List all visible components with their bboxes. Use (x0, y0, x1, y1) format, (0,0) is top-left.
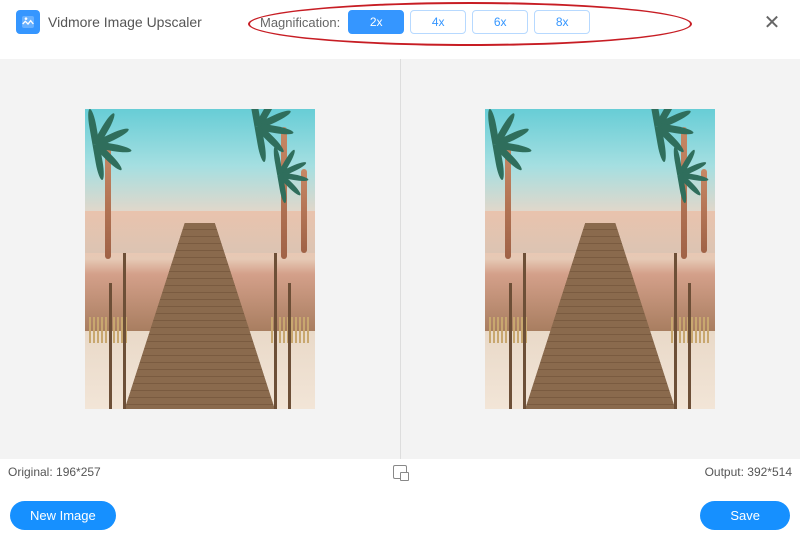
new-image-button[interactable]: New Image (10, 501, 116, 530)
compare-area (0, 59, 800, 459)
original-size-label: Original: 196*257 (8, 465, 101, 479)
save-button[interactable]: Save (700, 501, 790, 530)
compare-toggle-icon[interactable] (393, 465, 407, 479)
magnification-label: Magnification: (260, 15, 340, 30)
app-title: Vidmore Image Upscaler (48, 14, 202, 30)
app-logo-icon (16, 10, 40, 34)
output-size-label: Output: 392*514 (705, 465, 792, 479)
original-image (85, 109, 315, 409)
output-image (485, 109, 715, 409)
magnification-4x-button[interactable]: 4x (410, 10, 466, 34)
magnification-8x-button[interactable]: 8x (534, 10, 590, 34)
magnification-6x-button[interactable]: 6x (472, 10, 528, 34)
footer: New Image Save (0, 483, 800, 540)
status-bar: Original: 196*257 Output: 392*514 (0, 459, 800, 483)
close-button[interactable]: ✕ (760, 10, 784, 34)
magnification-buttons: 2x 4x 6x 8x (348, 10, 590, 34)
output-pane (401, 59, 800, 459)
original-pane (0, 59, 401, 459)
magnification-2x-button[interactable]: 2x (348, 10, 404, 34)
magnification-group: Magnification: 2x 4x 6x 8x (260, 10, 590, 34)
close-icon: ✕ (764, 10, 781, 35)
header: Vidmore Image Upscaler Magnification: 2x… (0, 0, 800, 44)
